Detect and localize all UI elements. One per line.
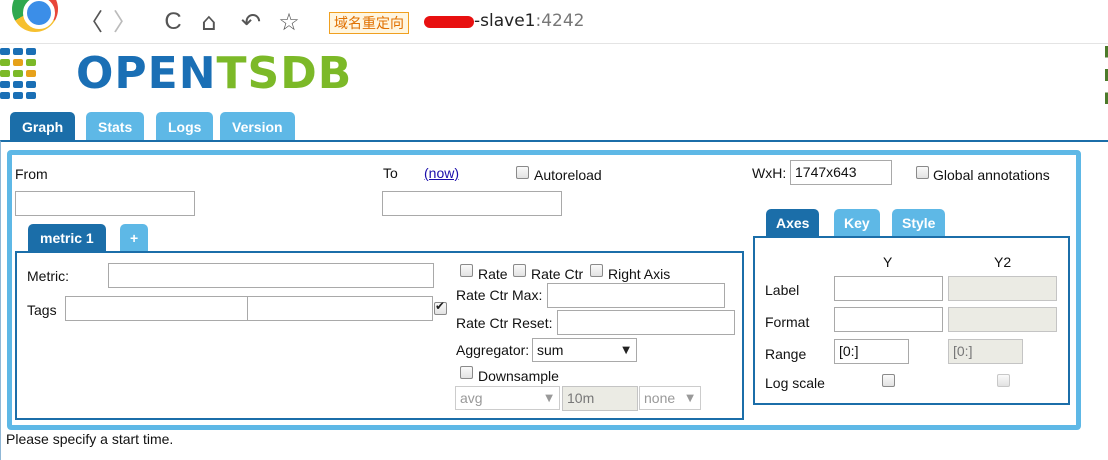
url-port: :4242 [535, 11, 585, 31]
rate-ctr-max-label: Rate Ctr Max: [456, 287, 543, 303]
redirect-badge[interactable]: 域名重定向 [329, 12, 409, 34]
axes-col-y: Y [883, 254, 893, 270]
rate-checkbox[interactable] [460, 264, 473, 277]
reload-icon[interactable]: C [160, 8, 186, 36]
y2-logscale-checkbox[interactable] [997, 374, 1010, 387]
tab-graph[interactable]: Graph [10, 112, 76, 141]
metric-input[interactable] [108, 263, 434, 288]
tab-stats[interactable]: Stats [86, 112, 145, 141]
tab-version[interactable]: Version [220, 112, 295, 141]
autoreload-label: Autoreload [534, 167, 602, 183]
axes-logscale-row: Log scale [765, 375, 825, 391]
forward-icon[interactable]: 〉 [112, 8, 138, 36]
global-annotations-label: Global annotations [933, 167, 1050, 183]
axes-format-row: Format [765, 314, 810, 330]
url-host: -slave1 [474, 11, 536, 31]
rate-ctr-max-input[interactable] [547, 283, 725, 308]
tag-key-input[interactable] [65, 296, 248, 321]
opentsdb-logo-icon [0, 48, 40, 102]
axes-col-y2: Y2 [994, 254, 1012, 270]
axes-label-row: Label [765, 282, 800, 298]
back-icon[interactable]: 〈 [78, 8, 104, 36]
to-input[interactable] [382, 191, 562, 216]
rate-ctr-checkbox[interactable] [513, 264, 526, 277]
downsample-label: Downsample [478, 368, 559, 384]
rate-ctr-label: Rate Ctr [531, 266, 584, 282]
status-message: Please specify a start time. [6, 431, 174, 447]
logo-open-text: OPEN [76, 48, 217, 99]
add-metric-tab-button[interactable]: + [120, 224, 149, 252]
wxh-label: WxH: [752, 165, 787, 181]
home-icon[interactable]: ⌂ [196, 8, 222, 36]
right-axis-checkbox[interactable] [590, 264, 603, 277]
chevron-down-icon: ▼ [686, 393, 694, 404]
tab-metric-1[interactable]: metric 1 [28, 224, 106, 252]
y-range-input[interactable]: [0:] [834, 339, 909, 364]
y2-label-input[interactable] [948, 276, 1057, 301]
redacted-host-mark [424, 16, 474, 28]
browser-logo-icon[interactable] [12, 0, 58, 32]
logo-tsdb-text: TSDB [216, 48, 353, 99]
undo-icon[interactable]: ↶ [238, 8, 264, 36]
bookmark-star-icon[interactable]: ☆ [276, 8, 302, 36]
tag-value-input[interactable] [247, 296, 433, 321]
tab-key[interactable]: Key [834, 209, 880, 237]
opentsdb-logo: OPENTSDB [76, 46, 352, 102]
y-logscale-checkbox[interactable] [882, 374, 895, 387]
tags-label: Tags [27, 302, 57, 318]
downsample-checkbox[interactable] [460, 366, 473, 379]
now-link[interactable]: (now) [424, 165, 459, 181]
downsample-interval-input[interactable]: 10m [562, 386, 638, 411]
browser-toolbar: 〈 〉 C ⌂ ↶ ☆ 域名重定向 -slave1:4242 [0, 0, 1108, 44]
downsample-fill-value: none [644, 390, 676, 406]
y2-format-input[interactable] [948, 307, 1057, 332]
tab-axes[interactable]: Axes [766, 209, 820, 237]
y2-range-input[interactable]: [0:] [948, 339, 1023, 364]
tab-logs[interactable]: Logs [156, 112, 214, 141]
from-label: From [15, 166, 48, 182]
address-bar-url[interactable]: -slave1:4242 [474, 11, 584, 31]
wxh-input[interactable]: 1747x643 [790, 160, 892, 185]
chevron-down-icon: ▼ [622, 345, 630, 356]
right-axis-label: Right Axis [608, 266, 671, 282]
rate-ctr-reset-input[interactable] [557, 310, 735, 335]
downsample-fill-select[interactable]: none ▼ [639, 386, 701, 410]
axes-range-row: Range [765, 346, 807, 362]
tag-group-checkbox[interactable] [434, 299, 447, 315]
global-annotations-checkbox[interactable] [916, 166, 929, 179]
y-format-input[interactable] [834, 307, 943, 332]
y-label-input[interactable] [834, 276, 943, 301]
tab-style[interactable]: Style [892, 209, 946, 237]
downsample-function-select[interactable]: avg ▼ [455, 386, 560, 410]
to-label: To [383, 165, 398, 181]
aggregator-label: Aggregator: [456, 342, 530, 358]
autoreload-checkbox[interactable] [516, 166, 529, 179]
aggregator-select[interactable]: sum ▼ [532, 338, 637, 362]
downsample-function-value: avg [460, 390, 483, 406]
rate-label: Rate [478, 266, 508, 282]
rate-ctr-reset-label: Rate Ctr Reset: [456, 315, 553, 331]
metric-label: Metric: [27, 268, 69, 284]
aggregator-value: sum [537, 342, 564, 358]
chevron-down-icon: ▼ [545, 393, 553, 404]
from-input[interactable] [15, 191, 195, 216]
